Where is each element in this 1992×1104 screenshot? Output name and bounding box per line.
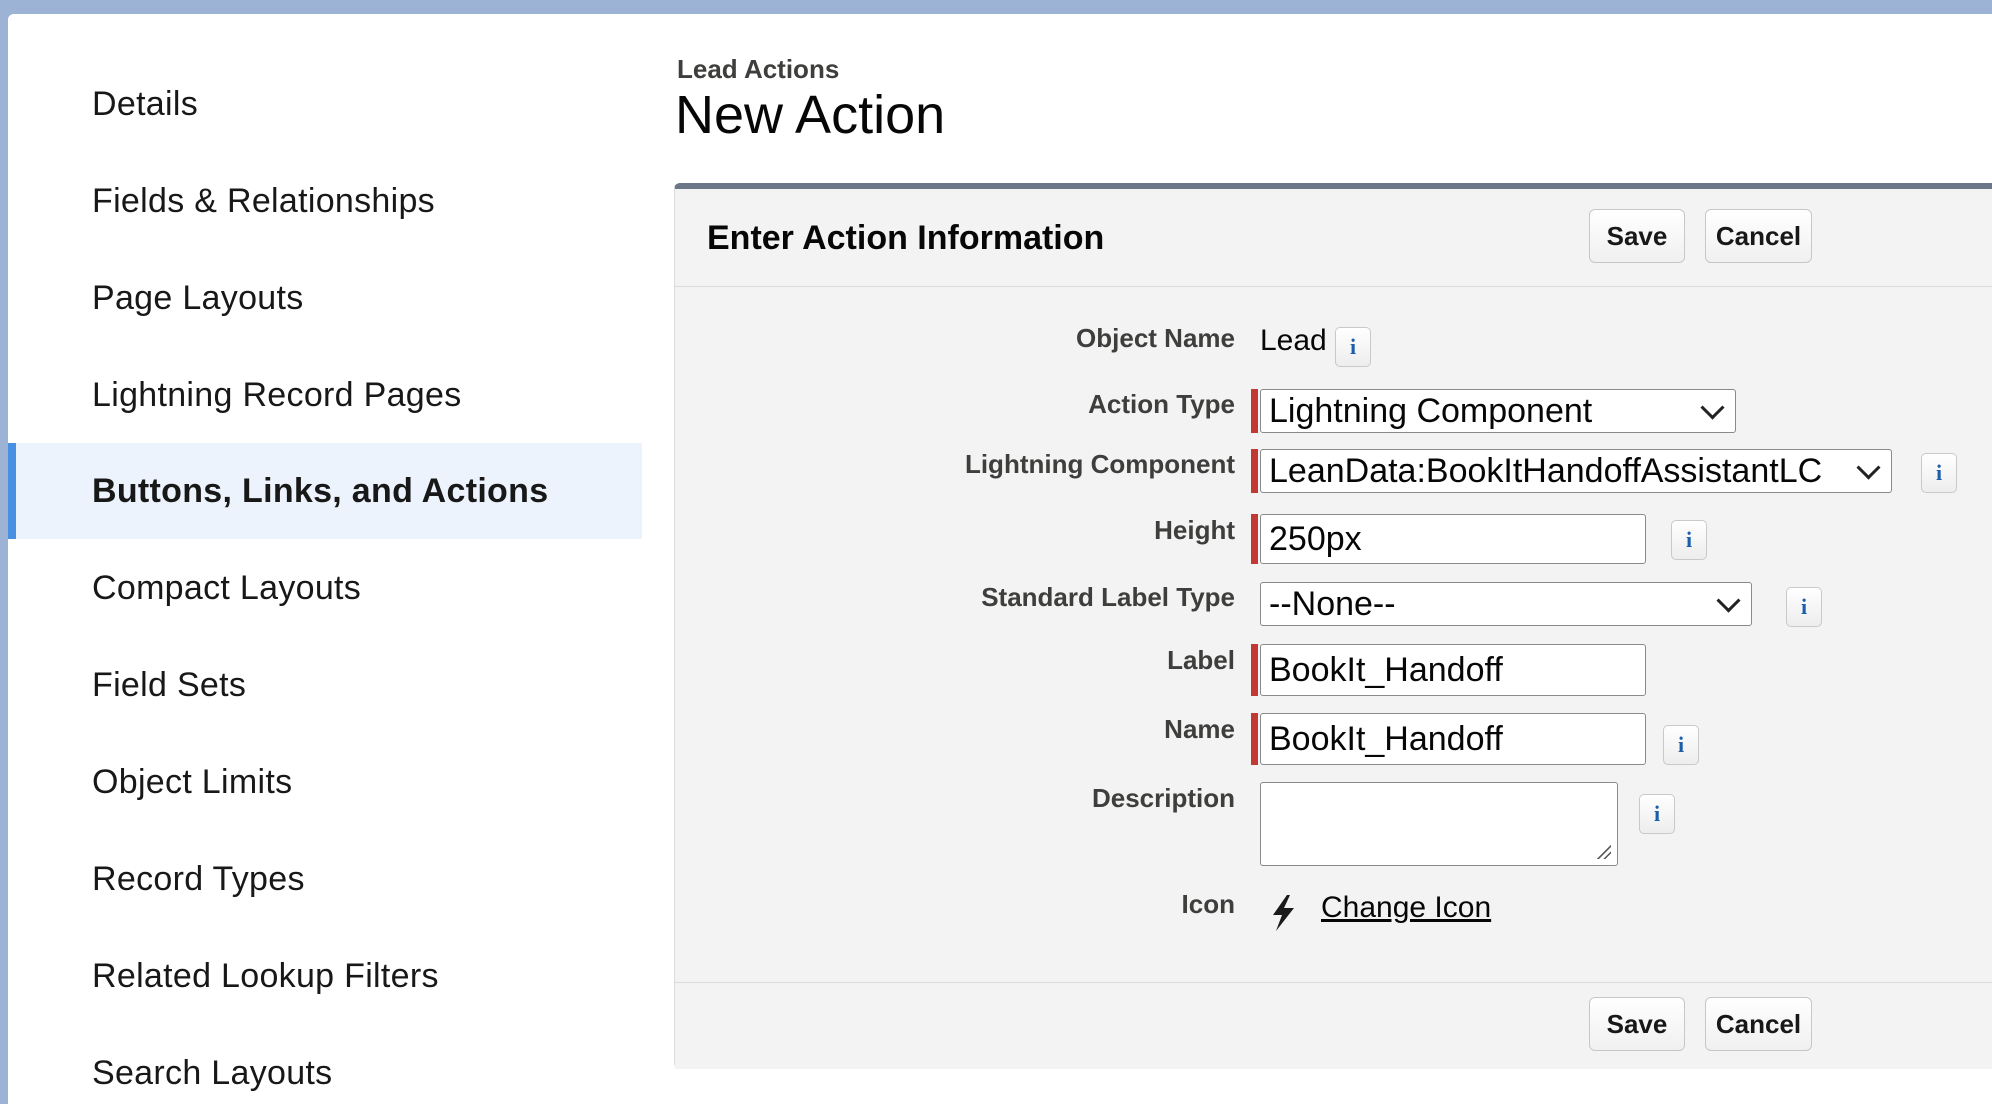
sidebar-item-label: Object Limits: [92, 762, 293, 801]
sidebar-item-compact-layouts[interactable]: Compact Layouts: [8, 540, 642, 636]
action-info-panel: Enter Action Information Save Cancel Obj…: [674, 183, 1992, 1069]
lightning-component-value: LeanData:BookItHandoffAssistantLC: [1269, 451, 1823, 490]
object-name-label: Object Name: [1076, 323, 1235, 353]
sidebar-item-record-types[interactable]: Record Types: [8, 831, 642, 927]
required-indicator: [1251, 449, 1258, 493]
required-indicator: [1251, 713, 1258, 765]
action-type-value: Lightning Component: [1269, 391, 1593, 430]
label-value: BookIt_Handoff: [1269, 650, 1503, 689]
sidebar-item-label: Compact Layouts: [92, 568, 362, 607]
sidebar-item-buttons-links-actions[interactable]: Buttons, Links, and Actions: [8, 443, 642, 539]
description-textarea[interactable]: [1260, 782, 1618, 866]
change-icon-link[interactable]: Change Icon: [1321, 891, 1491, 925]
panel-title: Enter Action Information: [707, 219, 1105, 257]
sidebar-item-label: Field Sets: [92, 665, 247, 704]
chevron-down-icon: [1700, 395, 1725, 420]
cancel-button[interactable]: Cancel: [1705, 209, 1812, 263]
sidebar-item-label: Details: [92, 84, 199, 123]
cancel-button[interactable]: Cancel: [1705, 997, 1812, 1051]
action-type-select[interactable]: Lightning Component: [1260, 389, 1736, 433]
action-type-label: Action Type: [1088, 389, 1235, 419]
sidebar-item-label: Page Layouts: [92, 278, 304, 317]
sidebar-item-label: Fields & Relationships: [92, 181, 435, 220]
info-icon[interactable]: i: [1921, 453, 1957, 493]
label-field-label: Label: [1167, 645, 1235, 675]
lightning-component-select[interactable]: LeanData:BookItHandoffAssistantLC: [1260, 449, 1892, 493]
resize-handle-icon[interactable]: [1595, 843, 1611, 859]
sidebar-item-label: Buttons, Links, and Actions: [92, 471, 549, 510]
height-value: 250px: [1269, 519, 1362, 558]
chevron-down-icon: [1856, 455, 1881, 480]
sidebar-item-label: Related Lookup Filters: [92, 956, 439, 995]
setup-window: Details Fields & Relationships Page Layo…: [8, 14, 1992, 1104]
name-value: BookIt_Handoff: [1269, 719, 1503, 758]
standard-label-type-label: Standard Label Type: [981, 582, 1235, 612]
label-input[interactable]: BookIt_Handoff: [1260, 644, 1646, 696]
object-name-value: Lead: [1260, 324, 1327, 357]
save-button[interactable]: Save: [1589, 209, 1685, 263]
sidebar-item-related-lookup-filters[interactable]: Related Lookup Filters: [8, 928, 642, 1024]
page-title: New Action: [675, 85, 946, 145]
panel-header: Enter Action Information Save Cancel: [675, 189, 1992, 287]
sidebar-item-details[interactable]: Details: [8, 56, 642, 152]
height-label: Height: [1154, 515, 1235, 545]
icon-label: Icon: [1181, 889, 1235, 919]
sidebar-item-lightning-record-pages[interactable]: Lightning Record Pages: [8, 347, 642, 443]
save-button[interactable]: Save: [1589, 997, 1685, 1051]
lightning-component-label: Lightning Component: [964, 449, 1235, 479]
required-indicator: [1251, 389, 1258, 433]
chevron-down-icon: [1716, 588, 1741, 613]
lightning-bolt-icon: [1273, 895, 1294, 931]
description-label: Description: [1091, 783, 1235, 813]
info-icon[interactable]: i: [1639, 794, 1675, 834]
info-icon[interactable]: i: [1671, 520, 1707, 560]
info-icon[interactable]: i: [1335, 327, 1371, 367]
object-manager-sidebar: Details Fields & Relationships Page Layo…: [8, 14, 643, 1104]
sidebar-item-label: Search Layouts: [92, 1053, 333, 1092]
info-icon[interactable]: i: [1663, 725, 1699, 765]
sidebar-item-object-limits[interactable]: Object Limits: [8, 734, 642, 830]
name-input[interactable]: BookIt_Handoff: [1260, 713, 1646, 765]
sidebar-item-label: Lightning Record Pages: [92, 375, 462, 414]
sidebar-item-page-layouts[interactable]: Page Layouts: [8, 250, 642, 346]
standard-label-type-select[interactable]: --None--: [1260, 582, 1752, 626]
name-field-label: Name: [1164, 714, 1235, 744]
sidebar-item-label: Record Types: [92, 859, 305, 898]
standard-label-type-value: --None--: [1269, 584, 1396, 623]
height-input[interactable]: 250px: [1260, 514, 1646, 564]
main-content: Lead Actions New Action Enter Action Inf…: [642, 14, 1992, 1104]
breadcrumb: Lead Actions: [677, 54, 840, 84]
sidebar-item-search-layouts[interactable]: Search Layouts: [8, 1025, 642, 1104]
required-indicator: [1251, 514, 1258, 564]
sidebar-item-fields-relationships[interactable]: Fields & Relationships: [8, 153, 642, 249]
required-indicator: [1251, 644, 1258, 696]
panel-footer: Save Cancel: [675, 982, 1992, 1069]
sidebar-item-field-sets[interactable]: Field Sets: [8, 637, 642, 733]
info-icon[interactable]: i: [1786, 587, 1822, 627]
